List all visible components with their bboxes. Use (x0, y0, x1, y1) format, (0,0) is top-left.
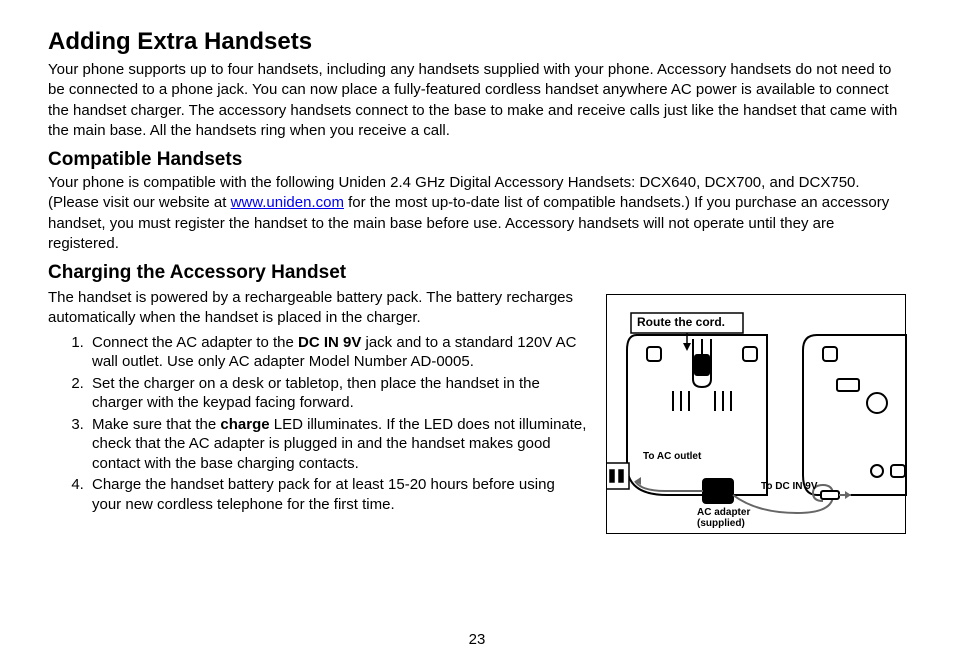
compatible-paragraph: Your phone is compatible with the follow… (48, 173, 906, 254)
heading-compatible-handsets: Compatible Handsets (48, 149, 906, 171)
heading-adding-extra-handsets: Adding Extra Handsets (48, 28, 906, 56)
step-2: Set the charger on a desk or tabletop, t… (88, 374, 588, 413)
step-3: Make sure that the charge LED illuminate… (88, 415, 588, 474)
charging-intro: The handset is powered by a rechargeable… (48, 288, 588, 329)
step-1-a: Connect the AC adapter to the (92, 334, 298, 351)
label-route-cord: Route the cord. (637, 315, 725, 329)
label-to-dc-in-9v: To DC IN 9V (761, 481, 817, 492)
page-number: 23 (0, 631, 954, 648)
heading-charging-accessory: Charging the Accessory Handset (48, 262, 906, 284)
step-1: Connect the AC adapter to the DC IN 9V j… (88, 333, 588, 372)
uniden-link[interactable]: www.uniden.com (231, 194, 344, 211)
charging-steps-list: Connect the AC adapter to the DC IN 9V j… (88, 333, 588, 515)
label-ac-adapter-line1: AC adapter (697, 507, 750, 518)
charger-diagram: Route the cord. To AC outlet To DC IN 9V… (606, 294, 906, 534)
label-ac-adapter-line2: (supplied) (697, 518, 745, 529)
step-3-a: Make sure that the (92, 416, 220, 433)
intro-paragraph: Your phone supports up to four handsets,… (48, 60, 906, 141)
label-to-ac-outlet: To AC outlet (643, 451, 701, 462)
label-ac-adapter: AC adapter (supplied) (697, 507, 750, 529)
step-1-bold: DC IN 9V (298, 334, 361, 351)
step-4: Charge the handset battery pack for at l… (88, 475, 588, 514)
step-3-bold: charge (220, 416, 269, 433)
